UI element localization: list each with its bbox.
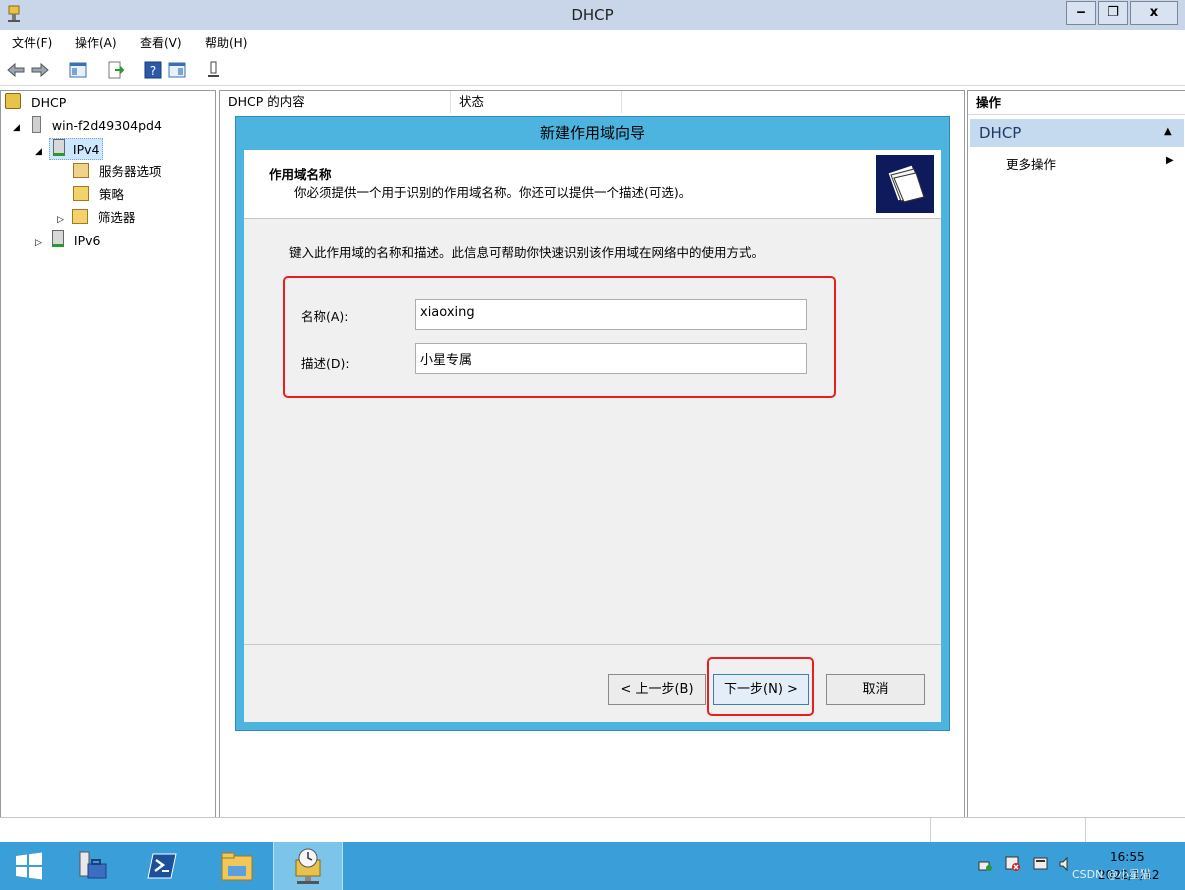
next-button-highlight-box <box>707 657 814 716</box>
collapse-arrow-icon[interactable]: ◢ <box>13 123 20 133</box>
status-bar <box>0 817 1185 843</box>
actions-section-title: DHCP <box>979 124 1022 142</box>
show-action-pane-icon[interactable] <box>167 60 187 80</box>
toolbar: ? <box>0 55 1185 86</box>
selected-node-highlight: IPv4 <box>48 138 104 160</box>
title-bar: DHCP ‒ ❐ x <box>0 0 1185 31</box>
tree-node-policies[interactable]: 策略 <box>73 184 124 206</box>
tree-node-label: 筛选器 <box>97 210 136 225</box>
ipv4-icon <box>52 139 65 156</box>
submenu-arrow-icon: ▶ <box>1166 155 1174 166</box>
server-icon <box>31 116 41 133</box>
tree-node-ipv4[interactable]: ◢ IPv4 <box>35 138 104 160</box>
export-list-icon[interactable] <box>106 60 126 80</box>
tree-node-ipv6[interactable]: ▷ IPv6 <box>35 230 100 252</box>
menu-help[interactable]: 帮助(H) <box>205 34 247 51</box>
dialog-heading: 作用域名称 <box>269 167 332 182</box>
close-button[interactable]: x <box>1130 1 1178 25</box>
file-explorer-icon <box>221 852 253 881</box>
network-tray-icon[interactable] <box>977 856 993 872</box>
ipv6-icon <box>51 230 64 247</box>
status-divider <box>930 818 931 843</box>
actions-header: 操作 <box>968 91 1185 115</box>
taskbar-server-manager[interactable] <box>62 842 122 890</box>
menu-view[interactable]: 查看(V) <box>140 34 182 51</box>
taskbar: 16:55 2022/1/12 CSDN @小星猫 <box>0 842 1185 890</box>
tree-node-filters[interactable]: ▷ 筛选器 <box>57 207 135 229</box>
clock-time[interactable]: 16:55 <box>1110 850 1145 864</box>
dialog-header-panel: 作用域名称 你必须提供一个用于识别的作用域名称。你还可以提供一个描述(可选)。 <box>244 150 941 219</box>
expand-arrow-icon[interactable]: ▷ <box>35 238 42 248</box>
back-button[interactable]: < 上一步(B) <box>608 674 706 705</box>
dialog-subheading: 你必须提供一个用于识别的作用域名称。你还可以提供一个描述(可选)。 <box>294 185 692 200</box>
dialog-title: 新建作用域向导 <box>539 124 645 142</box>
wizard-folders-icon <box>876 155 934 213</box>
menu-file[interactable]: 文件(F) <box>12 34 52 51</box>
collapse-up-icon[interactable]: ▲ <box>1164 126 1172 137</box>
actions-more-actions[interactable]: 更多操作 ▶ <box>968 151 1185 173</box>
tree-node-server[interactable]: ◢ win-f2d49304pd4 <box>13 115 162 137</box>
action-center-icon[interactable] <box>1033 856 1049 872</box>
dhcp-trophy-icon <box>5 93 21 109</box>
dhcp-clock-icon <box>295 848 321 884</box>
window-title: DHCP <box>571 6 614 24</box>
tree-node-label: win-f2d49304pd4 <box>51 118 162 133</box>
more-actions-label: 更多操作 <box>1006 157 1057 172</box>
powershell-icon <box>147 853 177 879</box>
filter-icon[interactable] <box>204 60 224 80</box>
taskbar-file-explorer[interactable] <box>208 842 268 890</box>
taskbar-powershell[interactable] <box>132 842 192 890</box>
column-header: DHCP 的内容 状态 <box>220 91 964 113</box>
server-manager-icon <box>79 851 107 879</box>
status-divider <box>1085 818 1086 843</box>
minimize-button[interactable]: ‒ <box>1066 1 1096 25</box>
taskbar-dhcp-active[interactable] <box>273 842 343 890</box>
dialog-body: 作用域名称 你必须提供一个用于识别的作用域名称。你还可以提供一个描述(可选)。 … <box>244 150 941 722</box>
server-options-icon <box>73 163 89 178</box>
menu-bar: 文件(F) 操作(A) 查看(V) 帮助(H) <box>0 30 1185 54</box>
column-dhcp-contents[interactable]: DHCP 的内容 <box>220 91 451 113</box>
tree-node-dhcp[interactable]: DHCP <box>5 92 66 114</box>
expand-arrow-icon[interactable]: ▷ <box>57 215 64 225</box>
windows-start-icon[interactable] <box>14 852 44 880</box>
actions-section-dhcp[interactable]: DHCP ▲ <box>970 119 1184 147</box>
back-arrow-icon[interactable] <box>6 60 26 80</box>
show-hide-tree-icon[interactable] <box>68 60 88 80</box>
menu-action[interactable]: 操作(A) <box>75 34 117 51</box>
help-icon[interactable]: ? <box>143 60 163 80</box>
forward-arrow-icon[interactable] <box>30 60 50 80</box>
dialog-divider <box>244 644 941 645</box>
console-tree: DHCP ◢ win-f2d49304pd4 ◢ IPv4 服务器选项 策略 ▷… <box>0 90 216 818</box>
svg-text:?: ? <box>150 64 156 78</box>
tree-node-label: 服务器选项 <box>98 164 162 179</box>
tree-node-label: IPv6 <box>73 233 101 248</box>
tree-node-label: DHCP <box>30 95 67 110</box>
tree-node-server-options[interactable]: 服务器选项 <box>73 161 162 183</box>
csdn-watermark: CSDN @小星猫 <box>1072 868 1151 881</box>
security-alert-icon[interactable] <box>1005 856 1021 872</box>
tree-node-label: 策略 <box>98 187 124 202</box>
cancel-button[interactable]: 取消 <box>826 674 925 705</box>
new-scope-wizard-dialog: 新建作用域向导 作用域名称 你必须提供一个用于识别的作用域名称。你还可以提供一个… <box>235 116 950 731</box>
actions-pane: 操作 DHCP ▲ 更多操作 ▶ <box>967 90 1185 818</box>
tree-node-label: IPv4 <box>72 142 100 157</box>
policy-icon <box>73 186 89 201</box>
collapse-arrow-icon[interactable]: ◢ <box>35 147 42 157</box>
column-status[interactable]: 状态 <box>451 91 622 113</box>
dialog-instruction: 键入此作用域的名称和描述。此信息可帮助你快速识别该作用域在网络中的使用方式。 <box>289 245 765 260</box>
restore-button[interactable]: ❐ <box>1098 1 1128 25</box>
filter-folder-icon <box>71 209 88 224</box>
fields-highlight-box <box>283 276 836 398</box>
